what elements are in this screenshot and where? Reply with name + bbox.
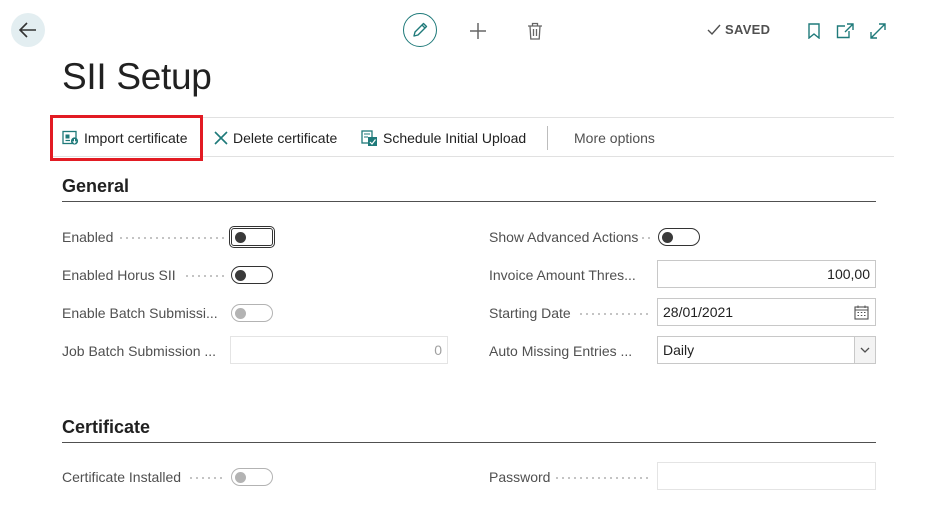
- import-certificate-icon: [62, 130, 79, 145]
- close-icon: [214, 131, 228, 145]
- invoice-amount-threshold-input[interactable]: 100,00: [657, 260, 876, 288]
- schedule-upload-icon: [361, 129, 377, 146]
- expand-icon: [870, 23, 886, 39]
- certificate-section-title[interactable]: Certificate: [62, 417, 150, 438]
- invoice-amount-threshold-label: Invoice Amount Thres...: [489, 267, 636, 283]
- password-label: Password: [489, 469, 551, 485]
- toggle-knob: [235, 231, 246, 243]
- general-section-divider: [62, 201, 876, 202]
- chevron-down-icon: [860, 347, 870, 353]
- leader-dots: [554, 477, 652, 479]
- schedule-initial-upload-label: Schedule Initial Upload: [383, 130, 527, 146]
- enabled-horus-sii-label: Enabled Horus SII: [62, 267, 176, 283]
- action-separator: [547, 126, 548, 150]
- delete-button[interactable]: [519, 15, 551, 47]
- pencil-icon: [413, 22, 428, 37]
- bookmark-icon: [808, 23, 820, 39]
- job-batch-submission-label: Job Batch Submission ...: [62, 343, 217, 359]
- enable-batch-submission-label: Enable Batch Submissi...: [62, 305, 218, 321]
- leader-dots: [188, 477, 224, 479]
- leader-dots: [640, 237, 652, 239]
- delete-certificate-label: Delete certificate: [233, 130, 338, 146]
- trash-icon: [528, 22, 542, 40]
- enabled-horus-sii-toggle[interactable]: [231, 266, 273, 284]
- leader-dots: [578, 313, 652, 315]
- enable-batch-submission-toggle[interactable]: [231, 304, 273, 322]
- auto-missing-entries-label: Auto Missing Entries ...: [489, 343, 633, 359]
- certificate-installed-label: Certificate Installed: [62, 469, 182, 485]
- password-field[interactable]: [657, 462, 876, 490]
- import-certificate-action[interactable]: Import certificate: [50, 115, 203, 161]
- more-options-action[interactable]: More options: [574, 118, 655, 158]
- certificate-installed-toggle[interactable]: [231, 468, 273, 486]
- saved-label: SAVED: [725, 22, 771, 37]
- toggle-knob: [662, 231, 673, 243]
- toggle-knob: [235, 307, 246, 319]
- checkmark-icon: [707, 24, 721, 35]
- action-bar: Import certificate Delete certificate Sc…: [50, 115, 894, 161]
- starting-date-label: Starting Date: [489, 305, 571, 321]
- expand-button[interactable]: [862, 15, 894, 47]
- general-section-title[interactable]: General: [62, 176, 129, 197]
- more-options-label: More options: [574, 130, 655, 146]
- job-batch-submission-field[interactable]: 0: [230, 336, 448, 364]
- plus-icon: [470, 23, 486, 39]
- page-title: SII Setup: [62, 56, 212, 97]
- toggle-knob: [235, 269, 246, 281]
- leader-dots: [118, 237, 224, 239]
- show-advanced-actions-label: Show Advanced Actions: [489, 229, 639, 245]
- schedule-initial-upload-action[interactable]: Schedule Initial Upload: [361, 118, 526, 158]
- leader-dots: [184, 275, 224, 277]
- delete-certificate-action[interactable]: Delete certificate: [214, 118, 337, 158]
- edit-button[interactable]: [403, 13, 437, 47]
- back-button[interactable]: [11, 13, 45, 47]
- starting-date-input[interactable]: 28/01/2021: [657, 298, 876, 326]
- import-certificate-label: Import certificate: [84, 130, 188, 146]
- open-new-window-button[interactable]: [829, 15, 861, 47]
- open-in-new-window-icon: [836, 23, 854, 39]
- enabled-label: Enabled: [62, 229, 114, 245]
- certificate-section-divider: [62, 442, 876, 443]
- auto-missing-entries-value: Daily: [663, 342, 695, 358]
- dropdown-arrow[interactable]: [854, 337, 875, 363]
- saved-status: SAVED: [707, 22, 770, 37]
- bookmark-button[interactable]: [798, 15, 830, 47]
- auto-missing-entries-select[interactable]: Daily: [657, 336, 876, 364]
- arrow-left-icon: [19, 22, 36, 38]
- calendar-icon[interactable]: [854, 305, 869, 320]
- starting-date-value: 28/01/2021: [663, 304, 734, 320]
- enabled-toggle[interactable]: [229, 226, 275, 248]
- show-advanced-actions-toggle[interactable]: [658, 228, 700, 246]
- new-button[interactable]: [462, 15, 494, 47]
- toggle-knob: [235, 471, 246, 483]
